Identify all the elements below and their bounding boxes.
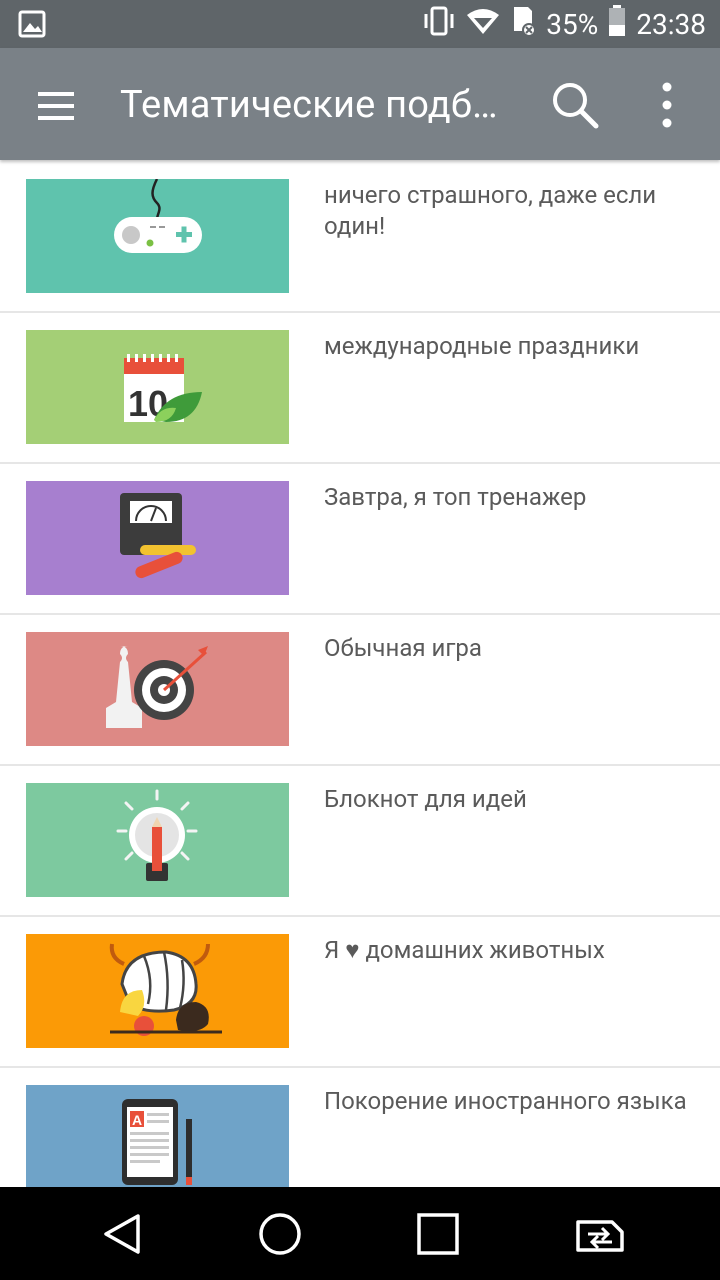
gallery-notification-icon: [18, 10, 46, 38]
list-item[interactable]: Обычная игра: [0, 615, 720, 766]
thumbnail: [26, 632, 289, 746]
lightbulb-pencil-icon: [26, 783, 289, 897]
vibrate-icon: [422, 6, 456, 43]
back-icon[interactable]: [98, 1210, 146, 1258]
search-icon[interactable]: [550, 80, 600, 130]
thumbnail: [26, 934, 289, 1048]
wifi-icon: [466, 6, 500, 43]
calendar-icon: 10: [26, 330, 289, 444]
svg-text:A: A: [132, 1112, 142, 1128]
list-item[interactable]: Я ♥ домашних животных: [0, 917, 720, 1068]
pets-icon: [26, 934, 289, 1048]
thumbnail: [26, 783, 289, 897]
item-title: Завтра, я топ тренажер: [324, 483, 587, 511]
list-item[interactable]: A Покорение иностранного языка: [0, 1068, 720, 1187]
list-item[interactable]: 10 международные праздники: [0, 313, 720, 464]
item-title: Я ♥ домашних животных: [324, 936, 605, 964]
home-icon[interactable]: [256, 1210, 304, 1258]
thumbnail: 10: [26, 330, 289, 444]
clock: 23:38: [636, 7, 706, 41]
scale-dumbbell-icon: [26, 481, 289, 595]
navigation-bar: [0, 1187, 720, 1280]
list-item[interactable]: Завтра, я топ тренажер: [0, 464, 720, 615]
recents-icon[interactable]: [414, 1210, 462, 1258]
menu-icon[interactable]: [34, 84, 78, 128]
switch-sim-icon[interactable]: [572, 1210, 628, 1258]
list-item[interactable]: ничего страшного, даже если один!: [0, 162, 720, 313]
tablet-letter-icon: A: [26, 1085, 289, 1187]
item-title: Покорение иностранного языка: [324, 1087, 687, 1115]
battery-icon: [608, 4, 626, 44]
collections-list: ничего страшного, даже если один! 10 меж…: [0, 162, 720, 1187]
item-title: международные праздники: [324, 332, 640, 360]
gamepad-icon: [26, 178, 289, 293]
item-title: Обычная игра: [324, 634, 482, 662]
list-item[interactable]: Блокнот для идей: [0, 766, 720, 917]
status-bar: 35% 23:38: [0, 0, 720, 48]
thumbnail: [26, 481, 289, 595]
sd-card-icon: [510, 5, 537, 44]
item-title: Блокнот для идей: [324, 785, 527, 813]
battery-percent: 35%: [546, 7, 599, 41]
chess-target-icon: [26, 632, 289, 746]
more-options-icon[interactable]: [650, 78, 684, 132]
app-bar: Тематические подб…: [0, 48, 720, 160]
thumbnail: [26, 178, 289, 293]
item-title: ничего страшного, даже если один!: [324, 181, 657, 240]
page-title: Тематические подб…: [120, 83, 498, 127]
thumbnail: A: [26, 1085, 289, 1187]
